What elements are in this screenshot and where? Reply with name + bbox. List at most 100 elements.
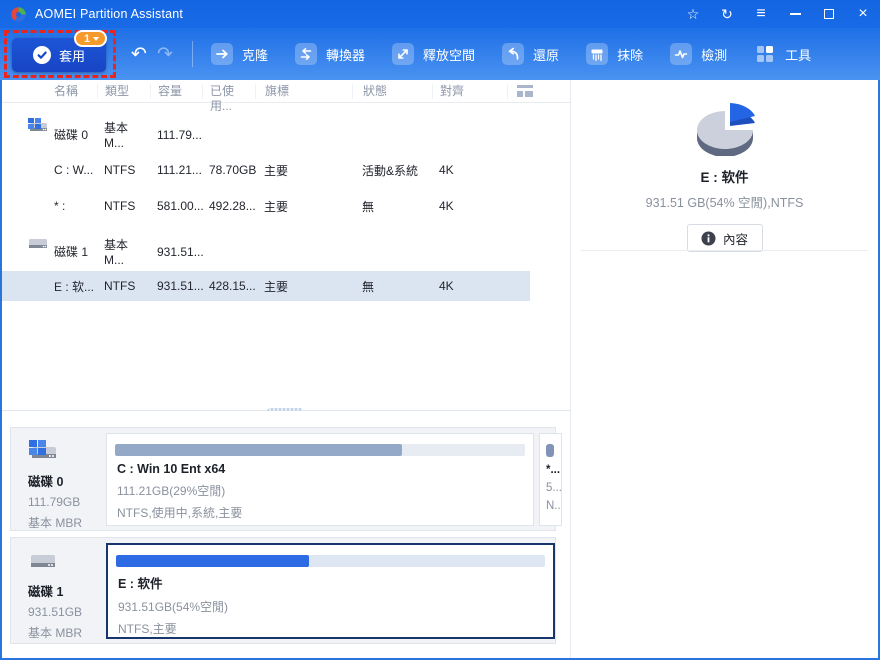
column-header-name: 名稱 — [54, 83, 79, 98]
cell-capacity: 931.51... — [157, 279, 204, 293]
cell-status: 無 — [362, 199, 375, 214]
wipe-button[interactable]: 抹除 — [586, 43, 643, 65]
cell-align: 4K — [439, 279, 454, 293]
disk-gray-icon — [31, 555, 55, 567]
redo-button[interactable]: ↷ — [152, 45, 178, 64]
cell-flag: 主要 — [264, 199, 289, 214]
column-header-used: 已使用... — [202, 83, 255, 113]
disk-name: 磁碟 0 — [28, 475, 64, 489]
caret-down-icon — [93, 36, 100, 41]
usage-bar — [116, 555, 545, 567]
pending-operations-badge[interactable]: 1 — [74, 30, 108, 47]
title-bar: AOMEI Partition Assistant ☆ ↻ ≡ × — [0, 0, 880, 28]
disk1-info[interactable]: 磁碟 1 931.51GB 基本 MBR — [11, 538, 103, 643]
cell-name: 磁碟 0 — [54, 128, 89, 142]
column-header-align: 對齊 — [432, 83, 507, 99]
test-icon — [670, 43, 693, 65]
converter-button[interactable]: 轉換器 — [295, 43, 365, 65]
refresh-icon[interactable]: ↻ — [710, 0, 744, 28]
toolbar: 套用 1 ↶ ↷ 克隆 轉換器 釋放空間 還原 抹除 檢測 工具 — [0, 28, 880, 80]
disk1-panel: 磁碟 1 931.51GB 基本 MBR E : 软件 931.51GB(54%… — [10, 537, 556, 644]
disk0-info[interactable]: 磁碟 0 111.79GB 基本 MBR — [11, 428, 103, 530]
cell-capacity: 581.00... — [157, 199, 204, 213]
cell-flag: 主要 — [264, 163, 289, 178]
table-row-partition-e[interactable]: E : 软... NTFS 931.51... 428.15... 主要 無 4… — [2, 271, 530, 301]
maximize-button[interactable] — [812, 0, 846, 28]
cell-capacity: 111.21... — [157, 163, 202, 177]
usage-pie-chart — [695, 100, 755, 157]
disk-size: 111.79GB — [28, 495, 81, 509]
partition-title: *... — [546, 464, 561, 476]
table-row-partition-c[interactable]: C : W... NTFS 111.21... 78.70GB 主要 活動&系統… — [2, 155, 530, 185]
app-title: AOMEI Partition Assistant — [35, 7, 184, 21]
cell-type: NTFS — [104, 279, 136, 293]
app-window: AOMEI Partition Assistant ☆ ↻ ≡ × 套用 1 ↶… — [0, 0, 880, 660]
cell-flag: 主要 — [264, 279, 289, 294]
free-space-button[interactable]: 釋放空間 — [392, 43, 475, 65]
toolbar-separator — [192, 41, 193, 67]
cell-name: 磁碟 1 — [54, 245, 89, 259]
restore-label: 還原 — [533, 47, 560, 63]
usage-bar — [115, 444, 525, 456]
partition-block-e-selected[interactable]: E : 软件 931.51GB(54%空閒) NTFS,主要 — [106, 543, 555, 639]
partition-block-c[interactable]: C : Win 10 Ent x64 111.21GB(29%空閒) NTFS,… — [106, 433, 534, 526]
check-icon — [32, 46, 51, 64]
partition-title: C : Win 10 Ent x64 — [117, 462, 226, 476]
undo-button[interactable]: ↶ — [126, 45, 152, 64]
usage-bar-mini — [546, 444, 554, 457]
contents-button[interactable]: 內容 — [686, 224, 763, 252]
disk-size: 931.51GB — [28, 605, 83, 619]
toolbar-buttons: 克隆 轉換器 釋放空間 還原 抹除 檢測 工具 — [211, 43, 811, 65]
cell-name: E : 软... — [54, 279, 95, 294]
apply-zone: 套用 1 — [0, 28, 124, 80]
cell-align: 4K — [439, 163, 454, 177]
restore-button[interactable]: 還原 — [502, 43, 559, 65]
clone-icon — [211, 43, 233, 65]
favorite-star-icon[interactable]: ☆ — [676, 0, 710, 28]
cell-used: 78.70GB — [209, 163, 257, 177]
cell-name: * : — [54, 199, 66, 213]
disk-layout: 基本 MBR — [28, 626, 83, 640]
cell-type: 基本 M... — [104, 238, 129, 267]
partition-attrs: N.. — [546, 500, 561, 512]
disk-colored-icon — [27, 117, 49, 138]
converter-label: 轉換器 — [326, 47, 366, 63]
column-header-status: 狀態 — [352, 83, 432, 99]
info-icon — [701, 231, 716, 245]
column-header-capacity: 容量 — [150, 83, 202, 99]
badge-count: 1 — [84, 32, 91, 45]
free-space-icon — [392, 43, 415, 65]
window-controls: ☆ ↻ ≡ × — [676, 0, 880, 28]
disk-colored-icon — [29, 440, 56, 458]
tools-button[interactable]: 工具 — [754, 43, 811, 65]
close-button[interactable]: × — [846, 0, 880, 28]
partition-attrs: NTFS,使用中,系統,主要 — [117, 506, 243, 520]
volume-title: E : 软件 — [700, 170, 749, 185]
menu-icon[interactable]: ≡ — [744, 0, 778, 28]
table-row-disk0[interactable]: 磁碟 0 基本 M... 111.79... — [2, 117, 530, 150]
table-row-partition-star[interactable]: * : NTFS 581.00... 492.28... 主要 無 4K — [2, 191, 530, 221]
table-row-disk1[interactable]: 磁碟 1 基本 M... 931.51... — [2, 236, 530, 267]
cell-type: NTFS — [104, 199, 136, 213]
cell-used: 428.15... — [209, 279, 256, 293]
test-button[interactable]: 檢測 — [670, 43, 727, 65]
cell-capacity: 111.79... — [157, 127, 202, 142]
cell-align: 4K — [439, 199, 454, 213]
clone-button[interactable]: 克隆 — [211, 43, 268, 65]
list-layout-icon[interactable] — [516, 84, 534, 98]
volume-details-panel: E : 软件 931.51 GB(54% 空閒),NTFS 內容 — [570, 80, 878, 658]
column-header-flag: 旗標 — [255, 83, 352, 99]
wipe-label: 抹除 — [617, 47, 644, 63]
clone-label: 克隆 — [242, 47, 269, 63]
free-space-label: 釋放空間 — [423, 47, 476, 63]
test-label: 檢測 — [701, 47, 728, 63]
partition-table: 名稱 類型 容量 已使用... 旗標 狀態 對齊 磁碟 0 基本 M... 11… — [2, 80, 570, 410]
details-divider — [581, 250, 868, 251]
partition-info: 111.21GB(29%空閒) — [117, 484, 226, 498]
wipe-icon — [586, 43, 609, 65]
tools-label: 工具 — [785, 47, 812, 63]
minimize-button[interactable] — [778, 0, 812, 28]
disk-map-area: 磁碟 0 111.79GB 基本 MBR C : Win 10 Ent x64 … — [2, 411, 570, 658]
cell-type: 基本 M... — [104, 121, 129, 150]
partition-block-star[interactable]: *... 5... N.. — [539, 433, 562, 526]
